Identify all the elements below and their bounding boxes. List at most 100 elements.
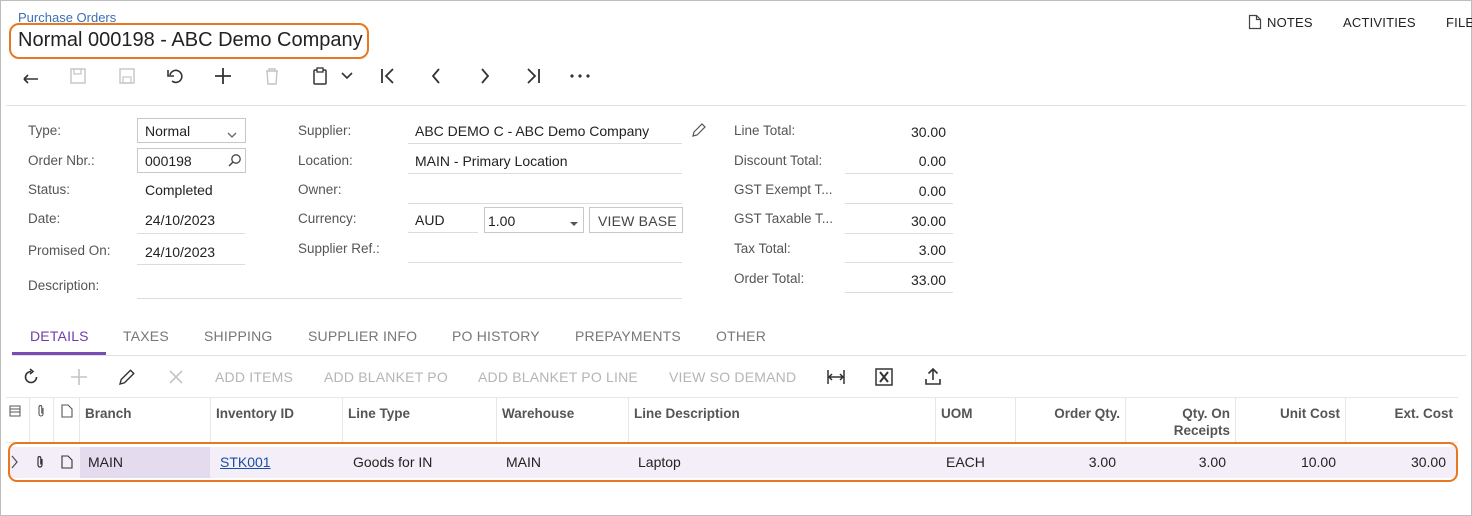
col-order-qty[interactable]: Order Qty.: [1016, 398, 1126, 442]
tab-po-history[interactable]: PO HISTORY: [452, 328, 540, 344]
last-icon[interactable]: [519, 64, 547, 88]
add-icon[interactable]: [209, 64, 237, 88]
note-header: [54, 398, 80, 442]
col-ext-cost[interactable]: Ext. Cost: [1346, 398, 1458, 442]
date-value: 24/10/2023: [145, 212, 216, 228]
supplier-ref-field[interactable]: [408, 235, 682, 263]
col-branch[interactable]: Branch: [80, 398, 211, 442]
row-highlight: [8, 442, 1458, 482]
description-label: Description:: [28, 278, 100, 293]
date-field[interactable]: 24/10/2023: [137, 206, 245, 234]
add-row-icon[interactable]: [70, 368, 88, 389]
add-blanket-po-button[interactable]: ADD BLANKET PO: [324, 369, 448, 385]
delete-icon[interactable]: [258, 64, 286, 88]
rate-value: 1.00: [488, 213, 516, 229]
col-line-type[interactable]: Line Type: [343, 398, 497, 442]
date-label: Date:: [28, 211, 61, 226]
tab-details[interactable]: DETAILS: [30, 328, 89, 344]
view-so-demand-button[interactable]: VIEW SO DEMAND: [669, 369, 796, 385]
upload-icon[interactable]: [924, 367, 942, 388]
notes-link[interactable]: NOTES: [1267, 15, 1313, 30]
gst-taxable-value: 30.00: [845, 206, 953, 234]
tab-taxes[interactable]: TAXES: [123, 328, 169, 344]
col-warehouse[interactable]: Warehouse: [497, 398, 629, 442]
currency-label: Currency:: [298, 211, 357, 226]
supplier-value: ABC DEMO C - ABC Demo Company: [415, 123, 650, 139]
promised-field[interactable]: 24/10/2023: [137, 237, 245, 265]
notes-icon[interactable]: [1248, 14, 1262, 33]
currency-value: AUD: [415, 212, 445, 228]
tax-total-value: 3.00: [845, 235, 953, 263]
save-icon[interactable]: [113, 64, 141, 88]
files-link[interactable]: FILE: [1446, 15, 1472, 30]
edit-icon[interactable]: [118, 368, 136, 389]
grid-header: Branch Inventory ID Line Type Warehouse …: [6, 397, 1458, 443]
add-blanket-po-line-button[interactable]: ADD BLANKET PO LINE: [478, 369, 638, 385]
col-qty-on-receipts-line1: Qty. On: [1182, 406, 1230, 421]
fit-columns-icon[interactable]: [826, 369, 846, 388]
col-qty-on-receipts[interactable]: Qty. On Receipts: [1126, 398, 1236, 442]
status-value: Completed: [145, 182, 213, 198]
supplier-field[interactable]: ABC DEMO C - ABC Demo Company: [408, 116, 682, 144]
location-label: Location:: [298, 153, 353, 168]
order-nbr-input[interactable]: 000198: [137, 148, 246, 173]
note-icon: [61, 404, 73, 418]
row-selector-header[interactable]: [6, 398, 30, 442]
more-icon[interactable]: [566, 64, 594, 88]
copy-paste-icon[interactable]: [306, 64, 334, 88]
col-uom[interactable]: UOM: [936, 398, 1016, 442]
settings-grid-icon: [9, 405, 21, 417]
tab-other[interactable]: OTHER: [716, 328, 766, 344]
search-icon[interactable]: [228, 153, 242, 170]
line-total-label: Line Total:: [734, 123, 796, 138]
col-qty-on-receipts-line2: Receipts: [1173, 423, 1230, 438]
gst-taxable-label: GST Taxable T...: [734, 211, 834, 226]
col-unit-cost[interactable]: Unit Cost: [1236, 398, 1346, 442]
type-select[interactable]: Normal: [137, 118, 246, 143]
type-value: Normal: [145, 123, 191, 139]
description-field[interactable]: [137, 270, 682, 299]
activities-link[interactable]: ACTIVITIES: [1343, 15, 1416, 30]
col-inventory-id[interactable]: Inventory ID: [211, 398, 343, 442]
tab-supplier-info[interactable]: SUPPLIER INFO: [308, 328, 417, 344]
page-title: Normal 000198 - ABC Demo Company: [18, 29, 363, 51]
order-total-value: 33.00: [845, 265, 953, 293]
undo-icon[interactable]: [16, 64, 44, 88]
prev-icon[interactable]: [422, 64, 450, 88]
gst-exempt-label: GST Exempt T...: [734, 182, 833, 197]
save-close-icon[interactable]: [64, 64, 92, 88]
edit-pencil-icon[interactable]: [691, 122, 707, 141]
location-field[interactable]: MAIN - Primary Location: [408, 146, 682, 174]
caret-down-icon: [569, 214, 579, 230]
first-icon[interactable]: [374, 64, 402, 88]
add-items-button[interactable]: ADD ITEMS: [215, 369, 293, 385]
tab-shipping[interactable]: SHIPPING: [204, 328, 273, 344]
discount-total-label: Discount Total:: [734, 153, 823, 168]
tab-prepayments[interactable]: PREPAYMENTS: [575, 328, 681, 344]
promised-value: 24/10/2023: [145, 244, 216, 260]
excel-export-icon[interactable]: [875, 368, 893, 389]
active-tab-indicator: [12, 352, 106, 355]
cancel-icon[interactable]: [161, 64, 189, 88]
owner-label: Owner:: [298, 182, 342, 197]
discount-total-value[interactable]: 0.00: [845, 146, 953, 174]
location-value: MAIN - Primary Location: [415, 153, 568, 169]
gst-exempt-value: 0.00: [845, 176, 953, 204]
currency-field[interactable]: AUD: [408, 206, 478, 233]
chevron-down-icon: [227, 126, 237, 142]
status-label: Status:: [28, 182, 71, 197]
chevron-down-icon[interactable]: [333, 64, 361, 88]
line-total-value: 30.00: [910, 124, 946, 140]
refresh-icon[interactable]: [22, 368, 40, 389]
supplier-label: Supplier:: [298, 123, 352, 138]
supplier-ref-label: Supplier Ref.:: [298, 241, 380, 256]
delete-row-icon[interactable]: [167, 368, 185, 389]
col-line-description[interactable]: Line Description: [629, 398, 936, 442]
paperclip-icon: [38, 405, 44, 417]
tax-total-label: Tax Total:: [734, 241, 791, 256]
next-icon[interactable]: [471, 64, 499, 88]
view-base-button[interactable]: VIEW BASE: [589, 207, 683, 233]
rate-select[interactable]: 1.00: [484, 207, 584, 233]
owner-field[interactable]: [408, 176, 682, 204]
view-base-label: VIEW BASE: [598, 213, 677, 229]
